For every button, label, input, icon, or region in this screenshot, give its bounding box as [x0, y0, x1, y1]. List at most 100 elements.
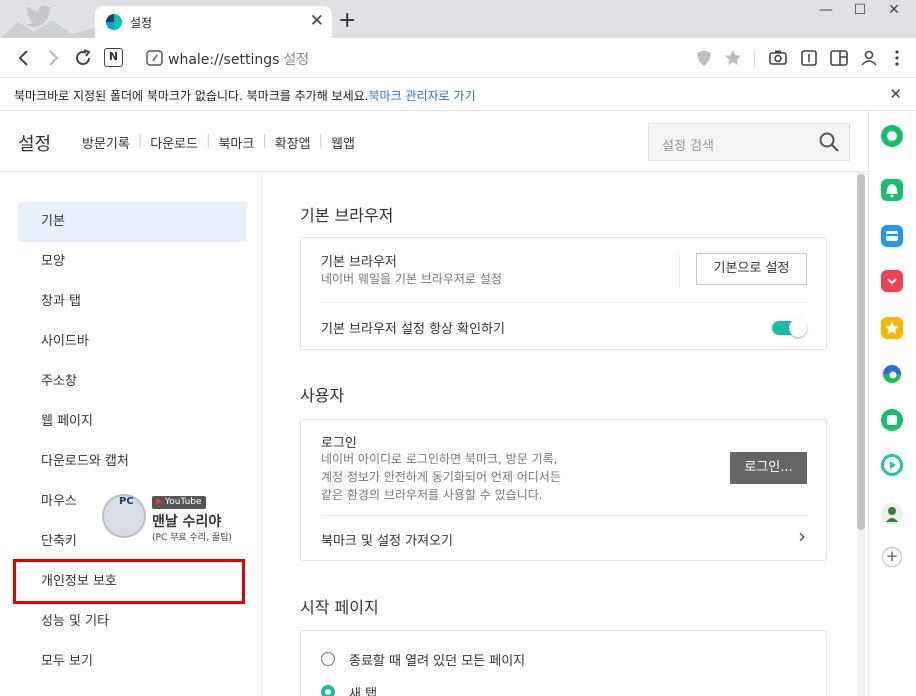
watermark-badge: PC — [119, 496, 134, 507]
bookmark-bar: 북마크바로 지정된 폴더에 북마크가 없습니다. 북마크를 추가해 보세요.북마… — [0, 79, 916, 111]
nav-extensions[interactable]: 확장앱 — [275, 133, 311, 152]
nav-separator: | — [262, 133, 267, 148]
page-title: 설정 — [18, 134, 52, 155]
camera-icon[interactable] — [767, 47, 789, 69]
settings-header: 설정 방문기록 | 다운로드 | 북마크 | 확장앱 | 웹앱 설정 검색 — [0, 111, 868, 172]
alarm-icon[interactable] — [881, 179, 903, 201]
back-icon[interactable] — [13, 47, 35, 69]
card-divider — [321, 515, 808, 516]
whale-icon[interactable] — [881, 125, 903, 147]
nav-bookmarks[interactable]: 북마크 — [218, 133, 254, 152]
login-desc-line-3: 같은 환경의 브라우저를 사용할 수 있습니다. — [321, 488, 543, 502]
section-title-startup: 시작 페이지 — [300, 598, 379, 617]
youtube-play-icon: ▶ — [156, 497, 163, 507]
highlight-box — [13, 559, 245, 604]
watermark-subtitle: (PC 무료 수리, 꿀팁) — [152, 533, 232, 543]
settings-search-input[interactable]: 설정 검색 — [648, 123, 850, 161]
sidebar-toggle-icon[interactable] — [828, 47, 850, 69]
site-info-icon[interactable] — [144, 47, 166, 69]
sidebar-item-performance[interactable]: 성능 및 기타 — [18, 602, 247, 642]
user-card: 로그인 네이버 아이디로 로그인하면 북마크, 방문 기록, 계정 정보가 안전… — [300, 419, 827, 561]
settings-content: 기본 브라우저 기본 브라우저 네이버 웨일을 기본 브라우저로 설정 기본으로… — [263, 172, 853, 696]
content-scrollbar[interactable] — [857, 172, 865, 696]
avatar-icon[interactable] — [881, 503, 903, 525]
url-text[interactable]: whale://settings 설정 — [168, 49, 309, 69]
sidebar-item-sidebar[interactable]: 사이드바 — [18, 322, 247, 362]
search-icon[interactable] — [817, 130, 841, 158]
set-default-button[interactable]: 기본으로 설정 — [696, 253, 807, 285]
search-placeholder: 설정 검색 — [662, 139, 714, 154]
square-app-icon[interactable] — [881, 409, 903, 431]
startup-card: 종료할 때 열려 있던 모든 페이지 새 탭 — [300, 630, 827, 696]
nav-downloads[interactable]: 다운로드 — [150, 133, 198, 152]
play-icon[interactable] — [881, 454, 903, 476]
sidebar-item-appearance[interactable]: 모양 — [18, 242, 247, 282]
youtube-label: YouTube — [164, 497, 202, 507]
star-icon[interactable] — [881, 317, 903, 339]
translate-icon[interactable] — [798, 47, 820, 69]
card-divider — [321, 302, 808, 303]
nav-separator: | — [206, 133, 211, 148]
forward-icon[interactable] — [42, 47, 64, 69]
scrollbar-thumb[interactable] — [857, 174, 865, 530]
login-button[interactable]: 로그인... — [730, 452, 807, 484]
default-browser-desc: 네이버 웨일을 기본 브라우저로 설정 — [321, 272, 502, 286]
add-sidebar-app-icon[interactable]: + — [882, 547, 902, 567]
sidebar-item-address-bar[interactable]: 주소창 — [18, 362, 247, 402]
wallet-icon[interactable] — [881, 225, 903, 247]
new-tab-button[interactable]: + — [338, 8, 356, 33]
bookmark-bar-close-icon[interactable]: ✕ — [889, 85, 902, 103]
default-browser-card: 기본 브라우저 네이버 웨일을 기본 브라우저로 설정 기본으로 설정 기본 브… — [300, 237, 827, 350]
maximize-button[interactable]: ☐ — [844, 2, 876, 26]
edge-icon[interactable] — [881, 363, 903, 385]
right-sidebar: + — [868, 111, 916, 696]
startup-option-restore-radio[interactable] — [321, 652, 335, 666]
startup-option-newtab-label[interactable]: 새 탭 — [349, 683, 377, 696]
tab-settings[interactable]: 설정 ✕ — [95, 6, 332, 38]
pocket-icon[interactable] — [881, 270, 903, 292]
section-title-user: 사용자 — [300, 386, 345, 405]
url-value: whale://settings — [168, 52, 280, 68]
sidebar-item-view-all[interactable]: 모두 보기 — [18, 642, 247, 682]
tab-title: 설정 — [130, 16, 153, 30]
header-nav: 방문기록 | 다운로드 | 북마크 | 확장앱 | 웹앱 — [82, 133, 355, 152]
nav-history[interactable]: 방문기록 — [82, 133, 130, 152]
tab-close-icon[interactable]: ✕ — [310, 11, 324, 31]
sidebar-item-web-page[interactable]: 웹 페이지 — [18, 402, 247, 442]
window-close-button[interactable]: ✕ — [878, 2, 910, 26]
always-check-toggle[interactable] — [772, 319, 807, 337]
login-label: 로그인 — [321, 436, 357, 451]
nav-webapps[interactable]: 웹앱 — [331, 133, 355, 152]
sidebar-item-windows-tabs[interactable]: 창과 탭 — [18, 282, 247, 322]
card-vertical-divider — [679, 254, 680, 288]
toggle-knob — [789, 319, 807, 337]
bookmark-bar-message: 북마크바로 지정된 폴더에 북마크가 없습니다. 북마크를 추가해 보세요.북마… — [14, 87, 476, 104]
bookmark-bar-text: 북마크바로 지정된 폴더에 북마크가 없습니다. 북마크를 추가해 보세요. — [14, 89, 369, 103]
profile-icon[interactable] — [858, 47, 880, 69]
youtube-watermark: PC ▶ YouTube 맨날 수리야 (PC 무료 수리, 꿀팁) — [102, 494, 252, 550]
minimize-button[interactable]: — — [810, 2, 842, 26]
startup-option-newtab-radio[interactable] — [321, 685, 335, 696]
sidebar-item-basic[interactable]: 기본 — [18, 202, 247, 242]
login-desc-line-2: 계정 정보가 안전하게 동기화되어 언제 어디서든 — [321, 470, 561, 484]
mountain-decoration — [0, 18, 95, 38]
bookmark-manager-link[interactable]: 북마크 관리자로 가기 — [369, 89, 476, 103]
tab-strip: 설정 ✕ + — ☐ ✕ — [0, 0, 916, 38]
watermark-channel-name: 맨날 수리야 — [152, 514, 222, 530]
menu-dots-icon[interactable] — [886, 47, 908, 69]
url-page-label: 설정 — [283, 52, 310, 68]
whale-favicon-icon — [106, 14, 122, 30]
login-desc-line-1: 네이버 아이디로 로그인하면 북마크, 방문 기록, — [321, 452, 558, 466]
nav-separator: | — [318, 133, 324, 148]
shield-icon[interactable] — [693, 47, 715, 69]
section-title-default-browser: 기본 브라우저 — [300, 206, 394, 225]
import-bookmarks-label[interactable]: 북마크 및 설정 가져오기 — [321, 530, 453, 549]
reader-n-icon[interactable]: N — [104, 48, 123, 67]
reload-icon[interactable] — [72, 47, 94, 69]
bookmark-star-icon[interactable] — [722, 47, 744, 69]
chevron-right-icon[interactable]: › — [798, 524, 806, 548]
sidebar-item-downloads-capture[interactable]: 다운로드와 캡처 — [18, 442, 247, 482]
always-check-label: 기본 브라우저 설정 항상 확인하기 — [321, 322, 505, 337]
startup-option-restore-label[interactable]: 종료할 때 열려 있던 모든 페이지 — [349, 650, 525, 669]
address-toolbar: N whale://settings 설정 — [0, 38, 916, 78]
